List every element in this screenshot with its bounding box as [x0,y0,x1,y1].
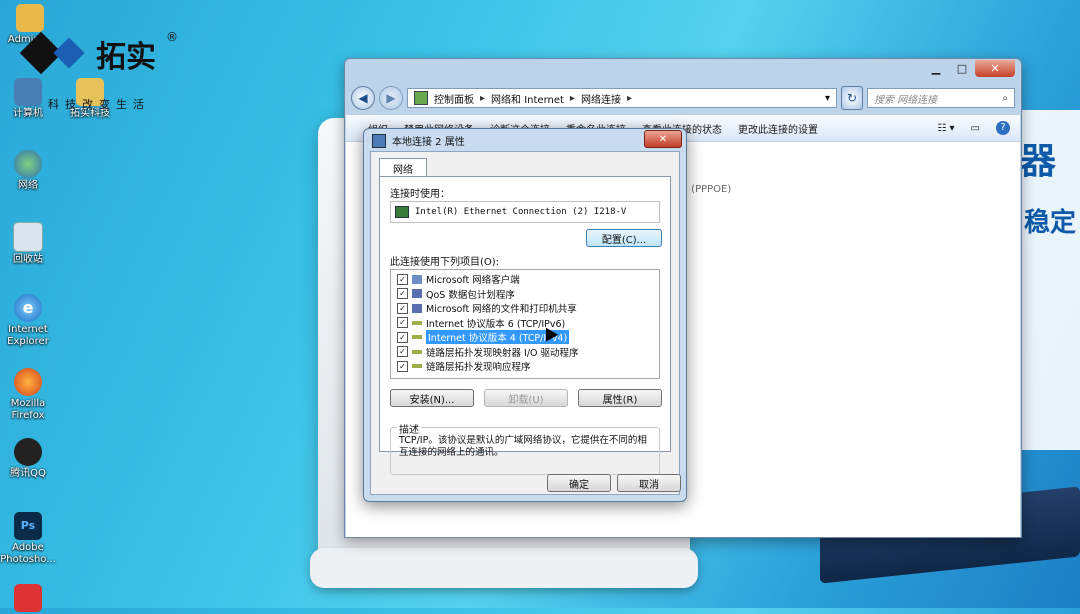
items-label: 此连接使用下列项目(O): [390,257,500,268]
client-icon [412,274,422,284]
help-icon[interactable]: ? [996,121,1010,135]
checkbox[interactable]: ✓ [397,288,408,300]
desktop-icon-firefox[interactable]: Mozilla Firefox [0,368,58,422]
breadcrumb-control-panel[interactable]: 控制面板 [434,91,474,106]
list-item[interactable]: ✓ 链路层拓扑发现映射器 I/O 驱动程序 [391,345,659,360]
list-item[interactable]: ✓ QoS 数据包计划程序 [391,287,659,302]
adapter-name: Intel(R) Ethernet Connection (2) I218-V [415,207,627,217]
protocol-icon [412,335,422,340]
ethernet-adapter-icon [395,206,409,218]
description-text: TCP/IP。该协议是默认的广域网络协议，它提供在不同的相互连接的网络上的通讯。 [399,435,647,458]
list-item-ipv4-selected[interactable]: ✓ Internet 协议版本 4 (TCP/IPv4) [391,330,659,345]
dialog-title-bar: 本地连接 2 属性 [372,133,465,148]
refresh-button[interactable]: ↻ [841,86,863,110]
navigation-bar: ◀ ▶ 控制面板 ▸ 网络和 Internet ▸ 网络连接 ▸ ▾ ↻ 搜索 网络连… [351,85,1015,111]
breadcrumb-network-internet[interactable]: 网络和 Internet [491,91,564,106]
promo-medium-text: 稳定 [1024,208,1077,238]
components-list[interactable]: ✓ Microsoft 网络客户端 ✓ QoS 数据包计划程序 ✓ Microsoft… [390,269,660,379]
protocol-icon [412,349,422,354]
firefox-icon [14,368,42,396]
forward-button[interactable]: ▶ [379,86,403,110]
network-adapter-icon [372,133,386,148]
desktop-icon-partial[interactable] [0,584,58,614]
preview-pane-icon[interactable]: ▭ [971,123,980,134]
properties-button[interactable]: 属性(R) [578,389,662,407]
window-close-button[interactable]: ✕ [975,60,1015,77]
description-legend: 描述 [397,421,421,436]
list-item[interactable]: ✓ 链路层拓扑发现响应程序 [391,359,659,374]
qq-penguin-icon [14,438,42,466]
desktop-icon-photoshop[interactable]: Ps Adobe Photosho... [0,512,58,566]
desktop-icon-ie[interactable]: e Internet Explorer [0,294,58,348]
minimize-button[interactable]: ▁ [923,60,949,77]
address-bar[interactable]: 控制面板 ▸ 网络和 Internet ▸ 网络连接 ▸ ▾ [407,88,837,108]
recycle-bin-icon [13,222,43,252]
checkbox[interactable]: ✓ [397,302,408,314]
adapter-name-field: Intel(R) Ethernet Connection (2) I218-V [390,201,660,223]
install-button[interactable]: 安装(N)... [390,389,474,407]
breadcrumb-network-connections[interactable]: 网络连接 [581,91,621,106]
uninstall-button[interactable]: 卸载(U) [484,389,568,407]
checkbox[interactable]: ✓ [397,346,408,358]
checkbox[interactable]: ✓ [397,331,408,343]
checkbox[interactable]: ✓ [397,317,408,329]
window-caption-buttons: ▁ □ ✕ [923,60,1015,77]
search-icon: ⌕ [1002,92,1008,104]
dialog-close-button[interactable]: ✕ [644,130,682,148]
list-item[interactable]: ✓ Internet 协议版本 6 (TCP/IPv6) [391,316,659,331]
checkbox[interactable]: ✓ [397,273,408,285]
photoshop-icon: Ps [14,512,42,540]
control-panel-icon [414,91,428,105]
list-item[interactable]: ✓ Microsoft 网络客户端 [391,272,659,287]
view-options-icon[interactable]: ☷ ▾ [937,123,954,134]
network-tab-panel: 连接时使用： Intel(R) Ethernet Connection (2) … [379,176,671,475]
dialog-title: 本地连接 2 属性 [392,137,465,148]
maximize-button[interactable]: □ [949,60,975,77]
toolbar-change-settings[interactable]: 更改此连接的设置 [738,121,818,136]
brand-logo: 拓实 ® 科技改变生活 [18,20,183,120]
desktop-icon-qq[interactable]: 腾讯QQ [0,438,58,480]
service-icon [412,289,422,299]
connection-properties-dialog: 本地连接 2 属性 ✕ 网络 连接时使用： Intel(R) Ethernet … [363,128,687,502]
dialog-body: 网络 连接时使用： Intel(R) Ethernet Connection (… [370,151,681,495]
configure-button[interactable]: 配置(C)... [586,229,662,247]
internet-explorer-icon: e [14,294,42,322]
background-promo-banner: 器 稳定 [1018,110,1080,450]
address-dropdown-icon[interactable]: ▾ [825,93,830,104]
desktop-icon-network[interactable]: 网络 [0,150,58,192]
connect-using-label: 连接时使用： [390,189,450,200]
cancel-button[interactable]: 取消 [617,474,681,492]
ok-button[interactable]: 确定 [547,474,611,492]
search-input[interactable]: 搜索 网络连接 ⌕ [867,88,1015,108]
desktop-icon-recycle-bin[interactable]: 回收站 [0,222,58,266]
back-button[interactable]: ◀ [351,86,375,110]
service-icon [412,303,422,313]
protocol-icon [412,320,422,325]
checkbox[interactable]: ✓ [397,360,408,372]
list-item[interactable]: ✓ Microsoft 网络的文件和打印机共享 [391,301,659,316]
tab-network[interactable]: 网络 [379,158,427,177]
promo-big-text: 器 [1020,141,1057,182]
network-globe-icon [14,150,42,178]
description-group: 描述 TCP/IP。该协议是默认的广域网络协议，它提供在不同的相互连接的网络上的… [390,421,660,475]
protocol-icon [412,364,422,369]
